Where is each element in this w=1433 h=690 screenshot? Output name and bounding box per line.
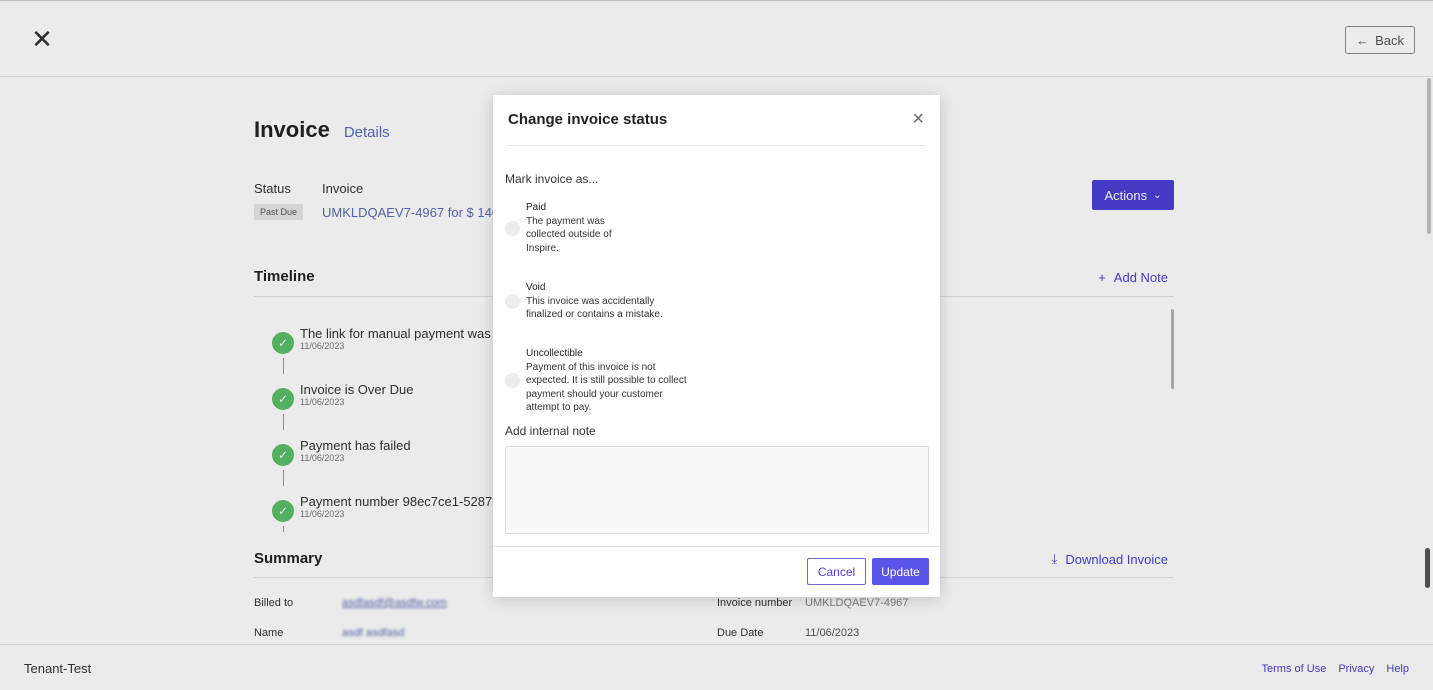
status-option-uncollectible[interactable]: Uncollectible Payment of this invoice is… (505, 347, 687, 415)
close-icon[interactable]: × (912, 109, 924, 129)
option-title: Void (526, 282, 546, 293)
update-button[interactable]: Update (872, 558, 929, 585)
dialog-footer-divider (493, 546, 940, 547)
option-desc: Payment of this invoice is not (526, 361, 656, 373)
option-desc: finalized or contains a mistake. (526, 309, 663, 320)
option-desc: payment should your customer (526, 388, 663, 400)
option-desc: Inspire. (526, 242, 559, 254)
dialog-divider (508, 145, 925, 146)
change-status-dialog: Change invoice status × Mark invoice as.… (493, 95, 940, 597)
radio-uncollectible[interactable] (505, 373, 520, 389)
option-title: Uncollectible (526, 348, 583, 359)
status-option-paid[interactable]: Paid The payment was collected outside o… (505, 201, 612, 255)
mark-invoice-label: Mark invoice as... (505, 172, 599, 186)
option-desc: expected. It is still possible to collec… (526, 375, 687, 386)
option-title: Paid (526, 202, 547, 213)
cancel-button[interactable]: Cancel (807, 558, 866, 585)
option-desc: collected outside of (526, 229, 612, 240)
internal-note-label: Add internal note (505, 424, 596, 438)
option-desc: The payment was (526, 215, 605, 227)
status-option-void[interactable]: Void This invoice was accidentally final… (505, 281, 663, 322)
radio-void[interactable] (505, 293, 520, 309)
option-desc: This invoice was accidentally (526, 295, 655, 307)
option-desc: attempt to pay. (526, 402, 592, 413)
dialog-title: Change invoice status (508, 111, 668, 128)
radio-paid[interactable] (505, 220, 520, 236)
internal-note-field[interactable] (505, 446, 929, 534)
